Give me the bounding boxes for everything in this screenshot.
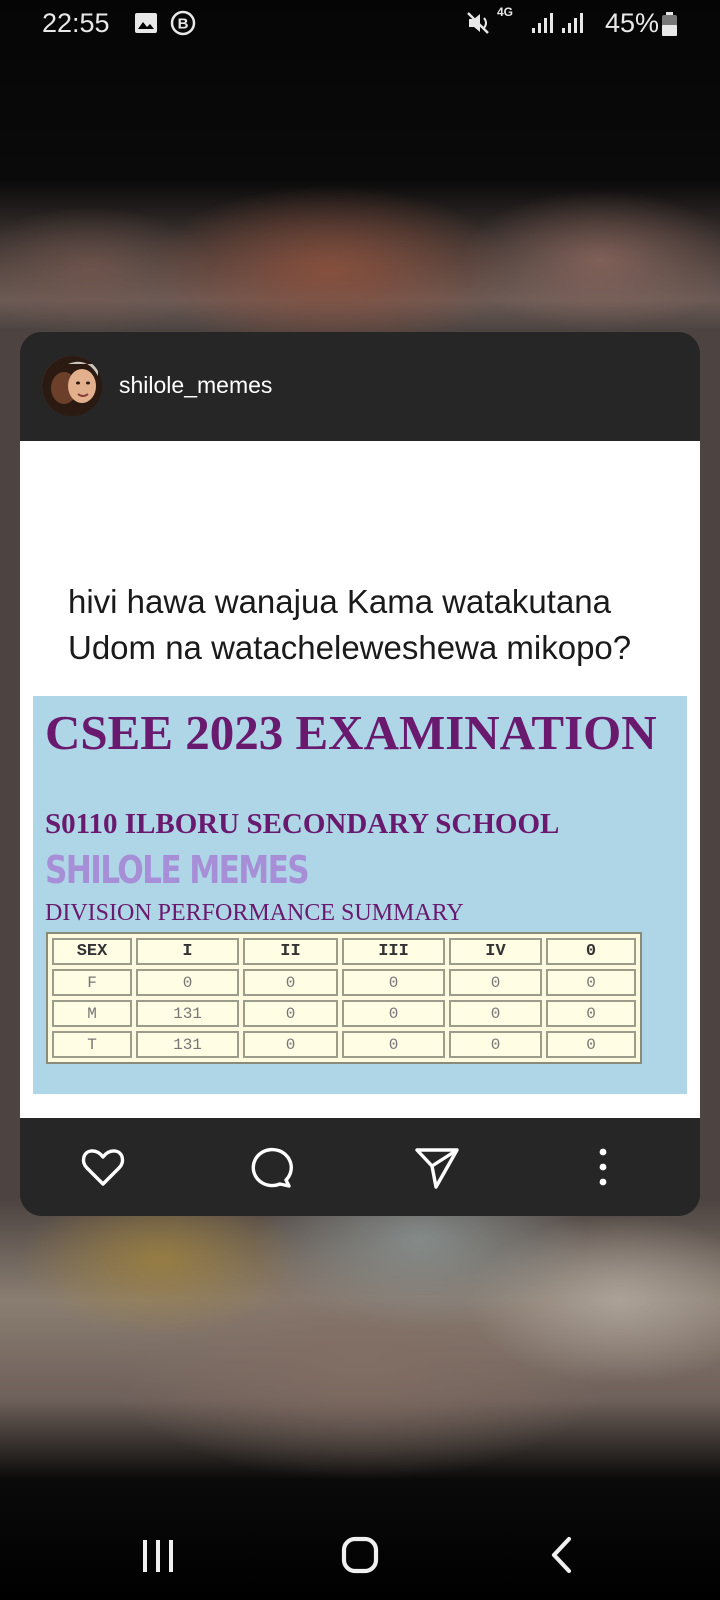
table-cell: 0: [342, 969, 445, 996]
vertical-dots-icon[interactable]: [578, 1142, 628, 1192]
table-cell: 0: [243, 969, 338, 996]
speech-bubble-icon[interactable]: [245, 1142, 295, 1192]
navigation-bar: [0, 1506, 720, 1600]
home-icon[interactable]: [335, 1530, 385, 1580]
table-row: M 131 0 0 0 0: [52, 1000, 636, 1027]
paper-plane-icon[interactable]: [412, 1142, 462, 1192]
battery-percentage: 45%: [605, 8, 660, 38]
back-icon[interactable]: [537, 1530, 587, 1580]
table-cell: 0: [342, 1000, 445, 1027]
table-cell: 0: [449, 969, 542, 996]
recents-icon[interactable]: [133, 1530, 183, 1580]
heart-icon[interactable]: [78, 1142, 128, 1192]
image-subtitle: DIVISION PERFORMANCE SUMMARY: [45, 900, 464, 926]
table-header: 0: [546, 938, 636, 965]
exam-results-image: CSEE 2023 EXAMINATION S0110 ILBORU SECON…: [33, 696, 687, 1094]
status-time: 22:55: [42, 8, 110, 38]
avatar[interactable]: [42, 356, 102, 416]
table-cell: M: [52, 1000, 132, 1027]
image-watermark: SHILOLE MEMES: [45, 848, 310, 892]
table-cell: 0: [136, 969, 239, 996]
table-cell: 0: [546, 969, 636, 996]
battery-icon: [662, 12, 677, 36]
table-row: T 131 0 0 0 0: [52, 1031, 636, 1058]
post-card: shilole_memes hivi hawa wanajua Kama wat…: [20, 332, 700, 1216]
network-type-label: 4G: [497, 5, 514, 19]
table-cell: T: [52, 1031, 132, 1058]
table-cell: 0: [546, 1000, 636, 1027]
b-badge-icon: B: [170, 10, 196, 36]
signal-strength-icon: [562, 13, 583, 33]
table-header: II: [243, 938, 338, 965]
post-caption: hivi hawa wanajua Kama watakutana Udom n…: [68, 583, 632, 666]
table-row: F 0 0 0 0 0: [52, 969, 636, 996]
table-header-row: SEX I II III IV 0: [52, 938, 636, 965]
table-header: III: [342, 938, 445, 965]
post-content: hivi hawa wanajua Kama watakutana Udom n…: [20, 441, 700, 1118]
table-header: SEX: [52, 938, 132, 965]
signal-strength-icon: [532, 13, 553, 33]
profile-photo: [42, 356, 102, 416]
table-cell: 0: [546, 1031, 636, 1058]
performance-table: SEX I II III IV 0 F 0 0 0 0 0 M 131 0 0 …: [46, 932, 642, 1064]
table-cell: 131: [136, 1031, 239, 1058]
table-header: I: [136, 938, 239, 965]
table-cell: 0: [243, 1031, 338, 1058]
table-cell: 0: [243, 1000, 338, 1027]
table-cell: 131: [136, 1000, 239, 1027]
table-cell: 0: [449, 1000, 542, 1027]
image-title: CSEE 2023 EXAMINATION: [45, 705, 657, 760]
table-cell: F: [52, 969, 132, 996]
svg-text:B: B: [178, 16, 189, 33]
table-cell: 0: [342, 1031, 445, 1058]
table-header: IV: [449, 938, 542, 965]
gallery-icon: [135, 13, 157, 33]
mute-icon: [467, 12, 489, 34]
post-header: shilole_memes: [20, 332, 700, 441]
status-bar: 22:55 B 4G 45%: [0, 0, 720, 46]
table-cell: 0: [449, 1031, 542, 1058]
post-actions-bar: [20, 1118, 700, 1216]
image-school-name: S0110 ILBORU SECONDARY SCHOOL: [45, 808, 560, 840]
username[interactable]: shilole_memes: [119, 372, 272, 399]
